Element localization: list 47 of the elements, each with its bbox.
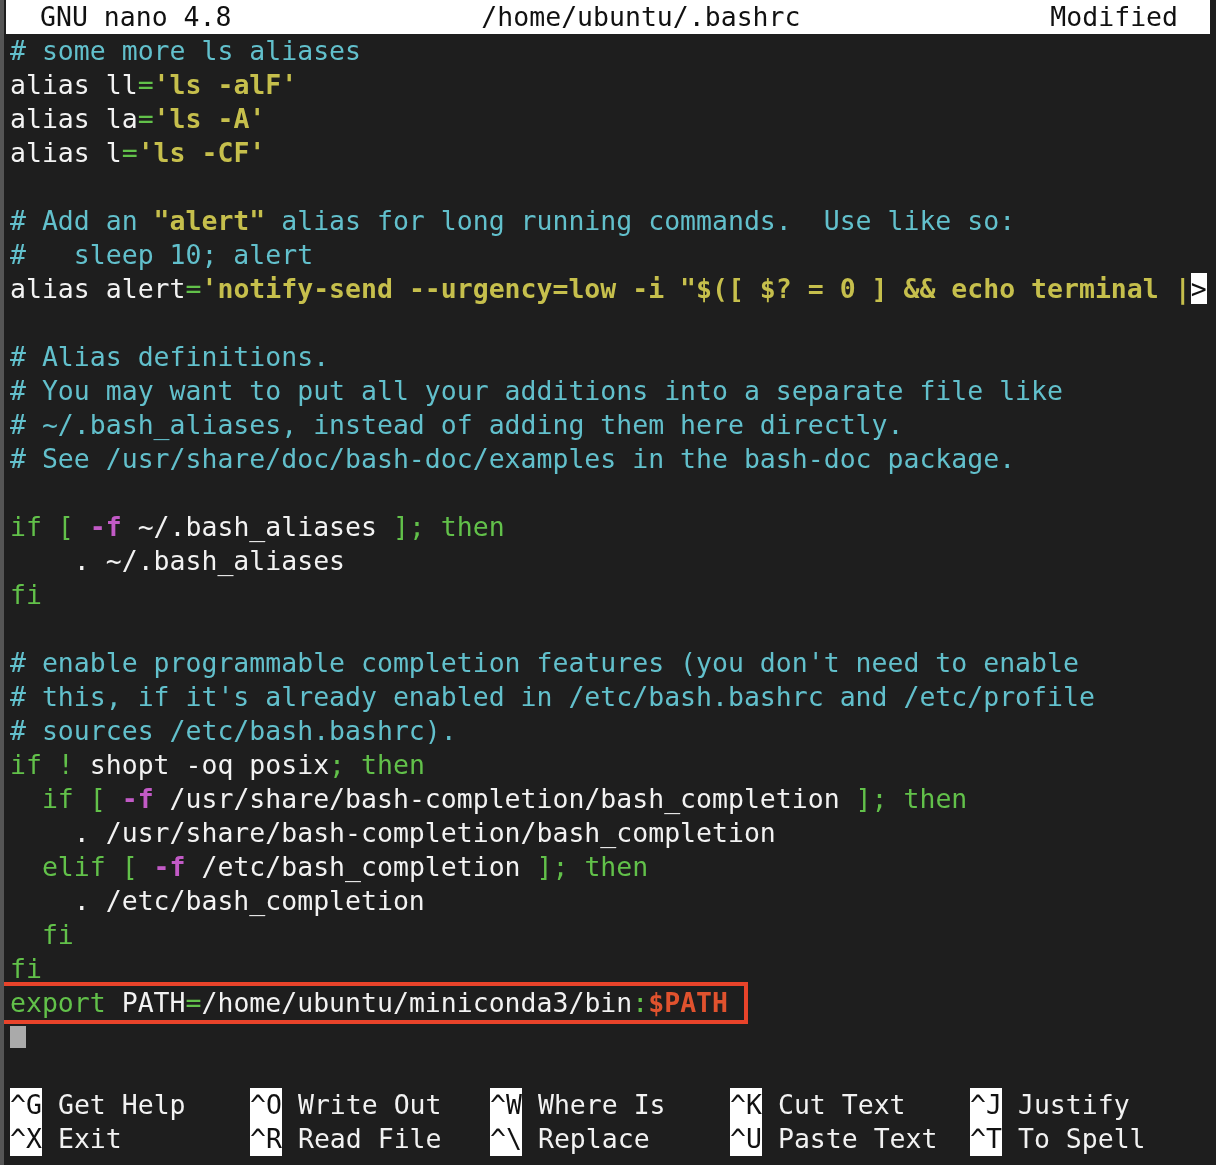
code-line: elif [ -f /etc/bash_completion ]; then xyxy=(40,850,649,884)
shortcut-key: ^\ xyxy=(490,1122,522,1156)
shortcut-key: ^J xyxy=(970,1088,1002,1122)
code-line: fi xyxy=(10,578,42,612)
app-version: GNU nano 4.8 xyxy=(40,0,232,34)
code-line: # Add an "alert" alias for long running commands. Use like so: xyxy=(10,204,1016,238)
shortcut-label[interactable]: Get Help xyxy=(57,1088,186,1122)
shortcut-label[interactable]: Read File xyxy=(297,1122,442,1156)
code-line: # enable programmable completion features (you don't need to enable xyxy=(10,646,1079,680)
shortcut-label[interactable]: Cut Text xyxy=(777,1088,906,1122)
shortcut-key: ^W xyxy=(490,1088,522,1122)
shortcut-key: ^G xyxy=(10,1088,42,1122)
code-line: # sources /etc/bash.bashrc). xyxy=(10,714,457,748)
shortcut-label[interactable]: To Spell xyxy=(1017,1122,1146,1156)
code-line: # You may want to put all your additions into a separate file like xyxy=(10,374,1063,408)
file-path: /home/ubuntu/.bashrc xyxy=(481,0,801,34)
code-line: # this, if it's already enabled in /etc/bash.bashrc and /etc/profile xyxy=(10,680,1095,714)
code-line: alias alert='notify-send --urgency=low -i "$([ $? = 0 ] && echo terminal |> xyxy=(10,272,1207,306)
code-line: alias ll='ls -alF' xyxy=(10,68,298,102)
code-line: # sleep 10; alert xyxy=(10,238,314,272)
modified-status: Modified xyxy=(1050,0,1178,34)
code-line: fi xyxy=(40,918,74,952)
code-line: if [ -f ~/.bash_aliases ]; then xyxy=(10,510,505,544)
code-line: if [ -f /usr/share/bash-completion/bash_completion ]; then xyxy=(40,782,968,816)
shortcut-key: ^K xyxy=(730,1088,762,1122)
shortcut-key: ^T xyxy=(970,1122,1002,1156)
code-line: . /usr/share/bash-completion/bash_completion xyxy=(72,816,776,850)
shortcut-label[interactable]: Replace xyxy=(537,1122,650,1156)
shortcut-label[interactable]: Exit xyxy=(57,1122,122,1156)
code-line: alias la='ls -A' xyxy=(10,102,266,136)
code-line: # Alias definitions. xyxy=(10,340,330,374)
shortcut-key: ^O xyxy=(250,1088,282,1122)
code-line: alias l='ls -CF' xyxy=(10,136,266,170)
text-cursor xyxy=(10,1026,26,1048)
shortcut-key: ^X xyxy=(10,1122,42,1156)
shortcut-label[interactable]: Paste Text xyxy=(777,1122,938,1156)
shortcut-key: ^U xyxy=(730,1122,762,1156)
code-line: . ~/.bash_aliases xyxy=(72,544,346,578)
shortcut-label[interactable]: Where Is xyxy=(537,1088,666,1122)
shortcut-label[interactable]: Write Out xyxy=(297,1088,442,1122)
code-line: # ~/.bash_aliases, instead of adding them here directly. xyxy=(10,408,904,442)
shortcut-label[interactable]: Justify xyxy=(1017,1088,1130,1122)
code-line: # See /usr/share/doc/bash-doc/examples in the bash-doc package. xyxy=(10,442,1016,476)
code-line: . /etc/bash_completion xyxy=(72,884,425,918)
shortcut-key: ^R xyxy=(250,1122,282,1156)
code-line: # some more ls aliases xyxy=(10,34,361,68)
code-line: if ! shopt -oq posix; then xyxy=(10,748,425,782)
